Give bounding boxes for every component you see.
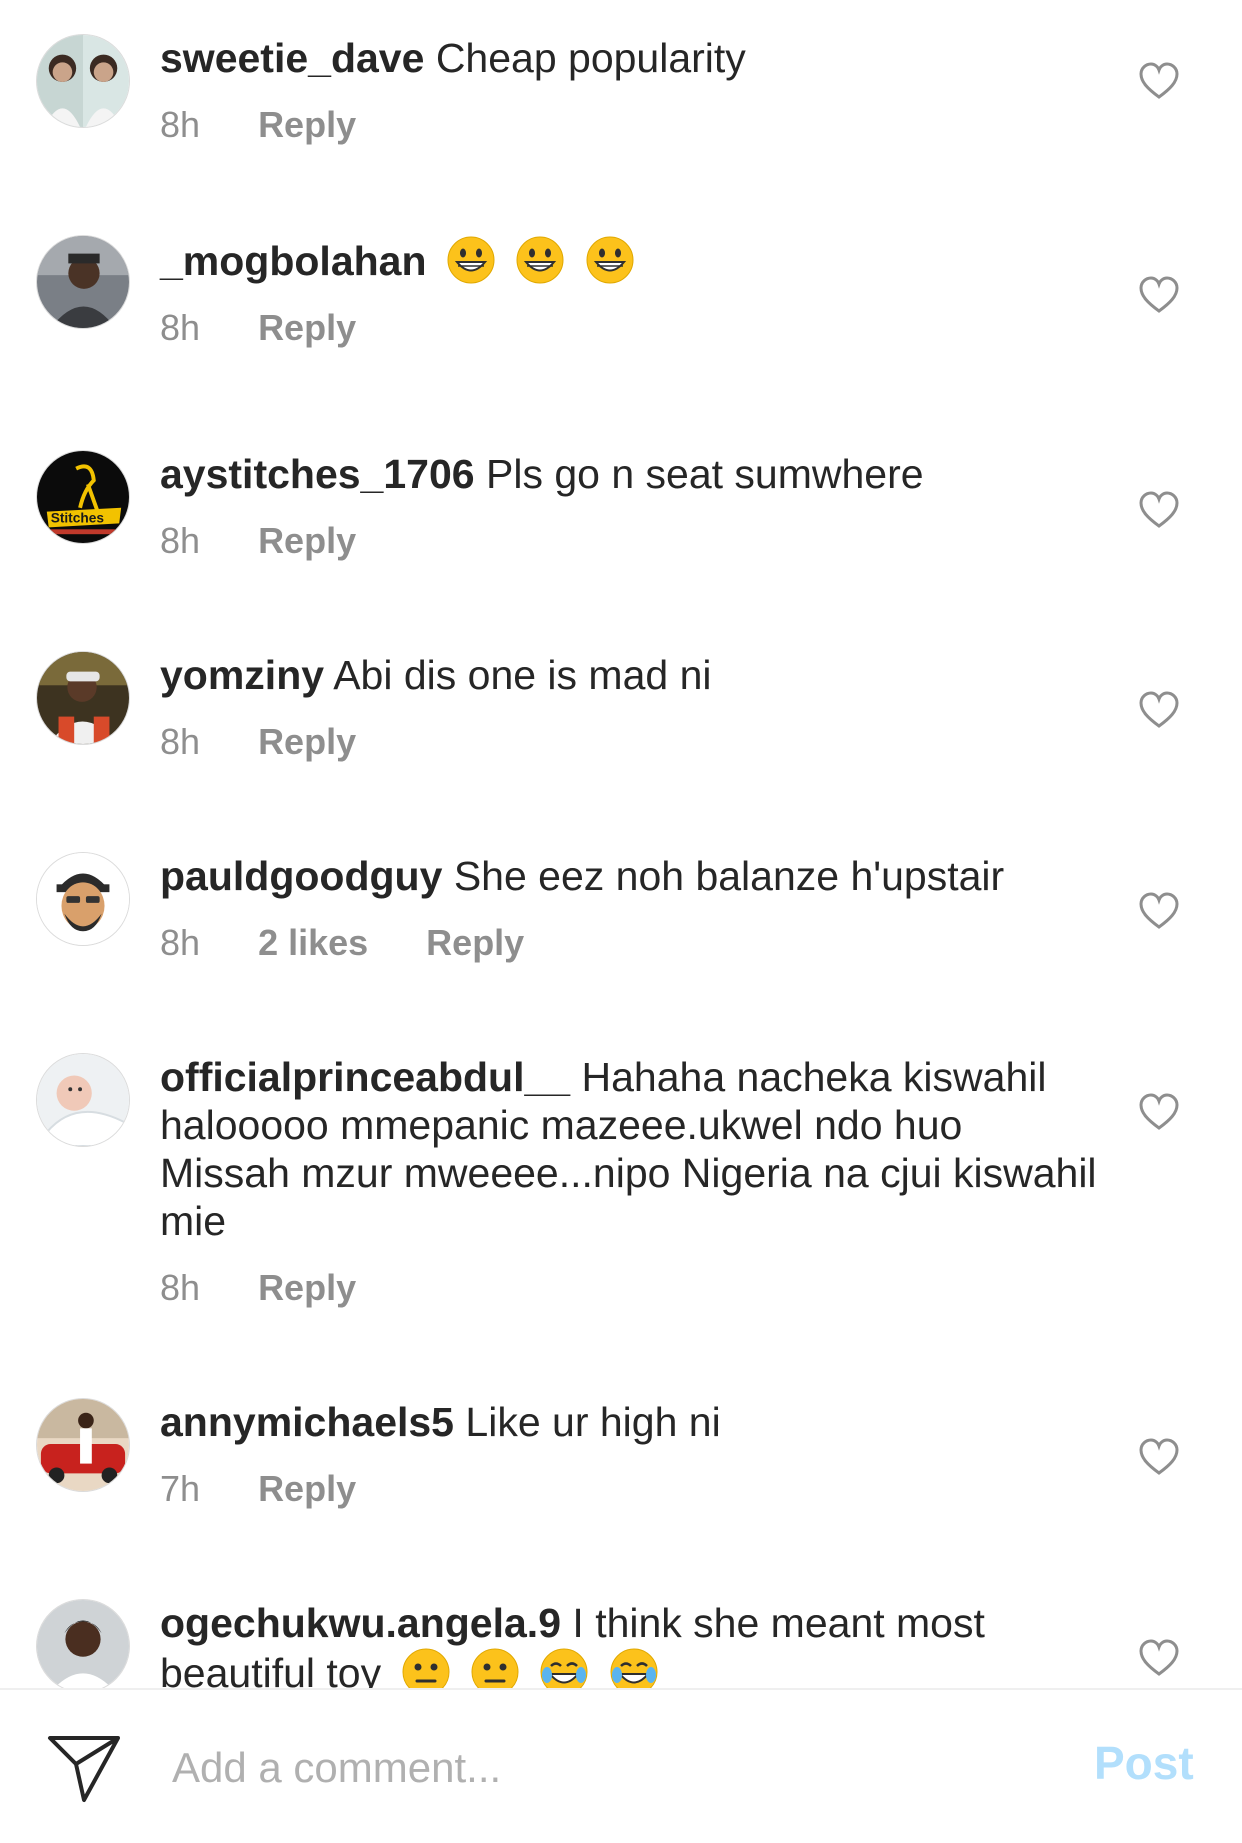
tears-of-joy-face-icon (539, 1647, 589, 1688)
heart-icon[interactable] (1138, 1093, 1180, 1131)
username-link[interactable]: officialprinceabdul__ (160, 1054, 570, 1100)
comment-body: aystitches_1706 Pls go n seat sumwhere 8… (160, 450, 1100, 564)
comment-meta: 8h Reply (160, 307, 1100, 351)
heart-icon[interactable] (1138, 62, 1180, 100)
timestamp: 8h (160, 307, 201, 348)
post-button[interactable]: Post (1094, 1736, 1194, 1790)
comments-list[interactable]: sweetie_dave Cheap popularity 8h Reply _… (0, 0, 1242, 1688)
timestamp: 8h (160, 104, 201, 145)
comment-meta: 8h 2 likes Reply (160, 922, 1100, 966)
send-icon[interactable] (46, 1734, 122, 1804)
username-link[interactable]: annymichaels5 (160, 1399, 454, 1445)
comment-text-line: sweetie_dave Cheap popularity (160, 34, 1100, 82)
timestamp: 8h (160, 721, 201, 762)
comment-composer: Post (0, 1688, 1242, 1843)
reply-button[interactable]: Reply (258, 520, 356, 562)
username-link[interactable]: ogechukwu.angela.9 (160, 1600, 561, 1646)
avatar[interactable] (36, 235, 130, 329)
username-link[interactable]: _mogbolahan (160, 238, 427, 284)
avatar[interactable] (36, 1053, 130, 1147)
avatar-logo-text: Stitches (51, 510, 105, 525)
comment-meta: 8h Reply (160, 721, 1100, 765)
heart-icon[interactable] (1138, 691, 1180, 729)
reply-button[interactable]: Reply (258, 1468, 356, 1510)
neutral-face-icon (401, 1647, 451, 1688)
heart-icon[interactable] (1138, 491, 1180, 529)
heart-icon[interactable] (1138, 276, 1180, 314)
comment-input[interactable] (172, 1730, 1032, 1806)
comment-meta: 8h Reply (160, 1267, 1100, 1311)
comment-text-line: pauldgoodguy She eez noh balanze h'upsta… (160, 852, 1100, 900)
comment-text: Like ur high ni (465, 1399, 721, 1445)
username-link[interactable]: yomziny (160, 652, 324, 698)
reply-button[interactable]: Reply (258, 721, 356, 763)
comment-body: pauldgoodguy She eez noh balanze h'upsta… (160, 852, 1100, 966)
comment-meta: 7h Reply (160, 1468, 1100, 1512)
comment-body: annymichaels5 Like ur high ni 7h Reply (160, 1398, 1100, 1512)
comment-text-line: annymichaels5 Like ur high ni (160, 1398, 1100, 1446)
timestamp: 7h (160, 1468, 201, 1509)
tears-of-joy-face-icon (609, 1647, 659, 1688)
avatar[interactable] (36, 1398, 130, 1492)
comment-body: officialprinceabdul__ Hahaha nacheka kis… (160, 1053, 1100, 1311)
comment-text: She eez noh balanze h'upstair (453, 853, 1005, 899)
comment-text: Pls go n seat sumwhere (485, 451, 924, 497)
comment-body: _mogbolahan 8h Reply (160, 235, 1100, 351)
avatar[interactable] (36, 852, 130, 946)
comment-text: Cheap popularity (435, 35, 746, 81)
avatar[interactable] (36, 651, 130, 745)
avatar[interactable] (36, 34, 130, 128)
likes-count[interactable]: 2 likes (258, 922, 368, 964)
grinning-face-icon (446, 235, 496, 285)
comment-text-line: yomziny Abi dis one is mad ni (160, 651, 1100, 699)
grinning-face-icon (515, 235, 565, 285)
comment-meta: 8h Reply (160, 104, 1100, 148)
timestamp: 8h (160, 922, 201, 963)
comment-text-line: _mogbolahan (160, 235, 1100, 285)
username-link[interactable]: sweetie_dave (160, 35, 424, 81)
comment-text: Abi dis one is mad ni (333, 652, 712, 698)
comment-body: sweetie_dave Cheap popularity 8h Reply (160, 34, 1100, 148)
reply-button[interactable]: Reply (258, 1267, 356, 1309)
timestamp: 8h (160, 520, 201, 561)
neutral-face-icon (470, 1647, 520, 1688)
username-link[interactable]: pauldgoodguy (160, 853, 442, 899)
heart-icon[interactable] (1138, 892, 1180, 930)
avatar[interactable] (36, 1599, 130, 1688)
comment-body: yomziny Abi dis one is mad ni 8h Reply (160, 651, 1100, 765)
comment-text-line: aystitches_1706 Pls go n seat sumwhere (160, 450, 1100, 498)
comment-text-line: ogechukwu.angela.9 I think she meant mos… (160, 1599, 1100, 1688)
grinning-face-icon (585, 235, 635, 285)
timestamp: 8h (160, 1267, 201, 1308)
username-link[interactable]: aystitches_1706 (160, 451, 475, 497)
reply-button[interactable]: Reply (426, 922, 524, 964)
reply-button[interactable]: Reply (258, 104, 356, 146)
heart-icon[interactable] (1138, 1639, 1180, 1677)
comment-text-line: officialprinceabdul__ Hahaha nacheka kis… (160, 1053, 1100, 1245)
comment-body: ogechukwu.angela.9 I think she meant mos… (160, 1599, 1100, 1688)
avatar[interactable]: Stitches (36, 450, 130, 544)
reply-button[interactable]: Reply (258, 307, 356, 349)
heart-icon[interactable] (1138, 1438, 1180, 1476)
comment-meta: 8h Reply (160, 520, 1100, 564)
